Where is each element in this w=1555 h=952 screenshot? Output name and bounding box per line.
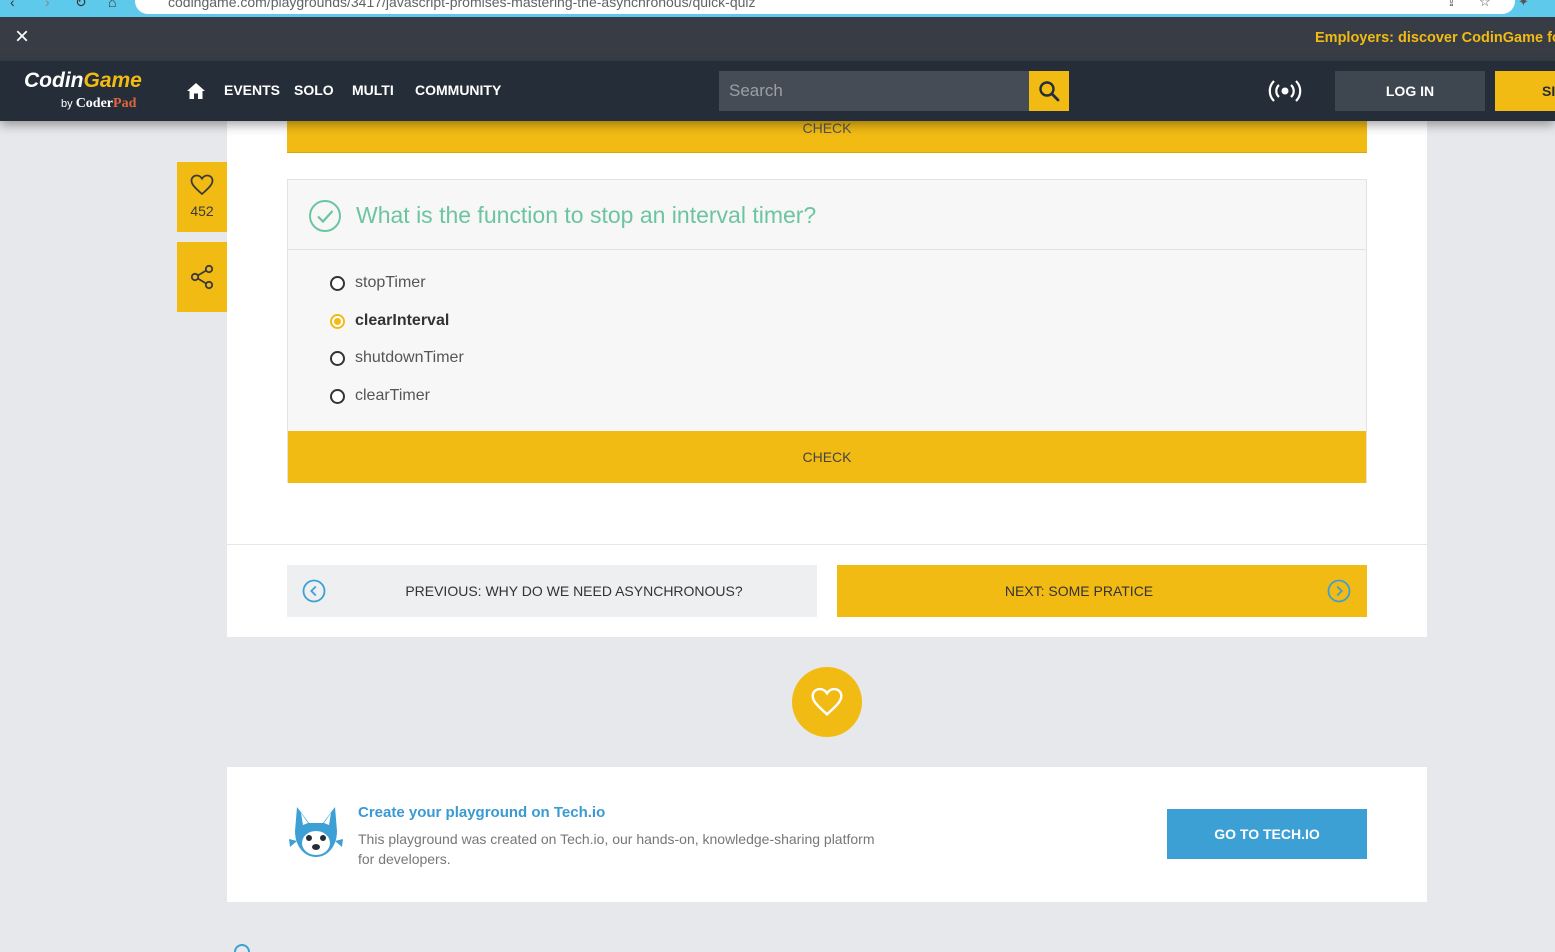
previous-lesson-button[interactable]: PREVIOUS: WHY DO WE NEED ASYNCHRONOUS? xyxy=(287,565,817,617)
home-browser-icon[interactable]: ⌂ xyxy=(108,0,116,10)
browser-toolbar: ‹ › ↻ ⌂ codingame.com/playgrounds/3417/j… xyxy=(0,0,1555,17)
promo-description: This playground was created on Tech.io, … xyxy=(358,831,875,867)
quiz-question: What is the function to stop an interval… xyxy=(356,202,817,228)
previous-check-label: CHECK xyxy=(802,120,852,136)
logo-sub-accent: Pad xyxy=(113,96,137,111)
quiz-option-label[interactable]: stopTimer xyxy=(355,274,426,292)
nav-community[interactable]: COMMUNITY xyxy=(415,82,501,98)
logo-by: by xyxy=(61,98,73,110)
quiz-option[interactable]: stopTimer xyxy=(330,271,426,295)
search-input[interactable] xyxy=(719,71,1029,111)
next-section-peek xyxy=(232,942,532,952)
radio-button-selected[interactable] xyxy=(330,313,345,329)
share-button[interactable] xyxy=(177,242,227,312)
techio-mascot-icon xyxy=(289,807,343,857)
announcement-text[interactable]: Employers: discover CodinGame for xyxy=(1315,30,1555,46)
quiz-option-label[interactable]: clearTimer xyxy=(355,387,430,405)
address-bar-url[interactable]: codingame.com/playgrounds/3417/javascrip… xyxy=(168,0,756,10)
forward-icon[interactable]: › xyxy=(45,0,50,10)
nav-solo[interactable]: SOLO xyxy=(294,82,334,98)
correct-check-icon xyxy=(309,200,341,232)
quiz-option[interactable]: clearTimer xyxy=(330,384,430,408)
previous-lesson-label: PREVIOUS: WHY DO WE NEED ASYNCHRONOUS? xyxy=(405,583,743,599)
logo-brand-accent: Game xyxy=(83,69,142,92)
quiz-option-label[interactable]: clearInterval xyxy=(355,312,449,330)
next-lesson-button[interactable]: NEXT: SOME PRATICE xyxy=(837,565,1367,617)
quiz-card: What is the function to stop an interval… xyxy=(287,179,1367,483)
home-icon[interactable] xyxy=(186,81,206,101)
like-button[interactable]: 452 xyxy=(177,162,227,232)
reload-icon[interactable]: ↻ xyxy=(75,0,87,11)
next-lesson-label: NEXT: SOME PRATICE xyxy=(1004,583,1154,599)
bookmark-star-icon[interactable]: ☆ xyxy=(1479,0,1491,10)
section-divider xyxy=(227,544,1427,545)
logo-brand-main: Codin xyxy=(24,69,84,92)
location-pin-icon xyxy=(234,944,250,952)
radio-button[interactable] xyxy=(330,388,345,404)
lesson-panel: CHECK What is the function to stop an in… xyxy=(227,121,1427,637)
broadcast-icon[interactable] xyxy=(1268,79,1302,103)
extensions-icon[interactable]: ✦ xyxy=(1518,0,1529,10)
search-icon xyxy=(1039,81,1060,102)
heart-icon xyxy=(190,174,214,196)
check-button[interactable]: CHECK xyxy=(288,431,1366,483)
announcement-bar: × Employers: discover CodinGame for xyxy=(0,17,1555,61)
logo-sub-main: Coder xyxy=(75,96,114,111)
nav-multi[interactable]: MULTI xyxy=(352,82,394,98)
share-icon xyxy=(190,264,214,290)
search-button[interactable] xyxy=(1029,71,1069,111)
radio-button[interactable] xyxy=(330,350,345,366)
quiz-header: What is the function to stop an interval… xyxy=(288,180,1366,250)
radio-button[interactable] xyxy=(330,275,345,291)
promo-title[interactable]: Create your playground on Tech.io xyxy=(358,804,605,821)
site-header: CodinGame by CoderPad EVENTS SOLO MULTI … xyxy=(0,61,1555,121)
quiz-option-label[interactable]: shutdownTimer xyxy=(355,349,464,367)
codingame-logo[interactable]: CodinGame by CoderPad xyxy=(24,69,164,115)
back-icon[interactable]: ‹ xyxy=(10,0,15,10)
techio-promo: Create your playground on Tech.io This p… xyxy=(227,767,1427,902)
quiz-option[interactable]: clearInterval xyxy=(330,309,449,333)
login-button[interactable]: LOG IN xyxy=(1335,71,1485,111)
like-count: 452 xyxy=(190,203,214,219)
signup-button[interactable]: SI xyxy=(1495,71,1555,111)
close-icon[interactable]: × xyxy=(11,25,33,49)
quiz-option[interactable]: shutdownTimer xyxy=(330,346,464,370)
heart-icon xyxy=(811,687,843,716)
go-to-techio-button[interactable]: GO TO TECH.IO xyxy=(1167,809,1367,859)
favorite-button[interactable] xyxy=(792,667,862,737)
chevron-right-circle-icon xyxy=(1327,579,1351,603)
share-page-icon[interactable]: ⇪ xyxy=(1446,0,1457,10)
previous-check-button[interactable]: CHECK xyxy=(287,121,1367,153)
nav-events[interactable]: EVENTS xyxy=(224,82,280,98)
